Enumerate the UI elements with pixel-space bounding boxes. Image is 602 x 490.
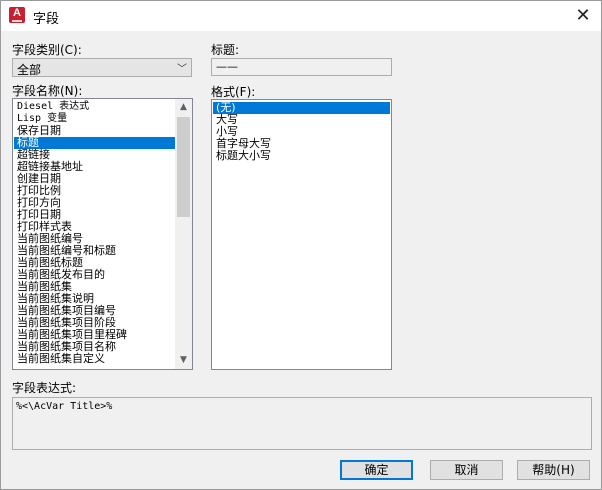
expression-value: %<\AcVar Title>% — [16, 401, 113, 412]
ok-button[interactable]: 确定 — [340, 460, 413, 480]
field-names-label: 字段名称(N): — [12, 84, 83, 98]
category-select[interactable]: 全部 ﹀ — [12, 58, 192, 77]
autocad-app-icon: A — [9, 7, 25, 23]
app-icon-letter: A — [13, 7, 21, 19]
cancel-button[interactable]: 取消 — [430, 460, 503, 480]
format-list[interactable]: (无) 大写 小写 首字母大写 标题大小写 — [211, 99, 392, 370]
expression-label: 字段表达式: — [12, 381, 77, 395]
field-names-scrollbar[interactable]: ▲ ▼ — [175, 99, 192, 369]
list-item[interactable]: 大写 — [213, 114, 390, 126]
title-field-value: —— — [216, 60, 238, 73]
list-item[interactable]: 当前图纸集自定义 — [14, 353, 175, 365]
list-item[interactable]: 标题大小写 — [213, 150, 390, 162]
title-field-label: 标题: — [211, 43, 240, 57]
field-names-list[interactable]: Diesel 表达式 Lisp 变量 保存日期 标题 超链接 超链接基地址 创建日期 打印比例… — [12, 98, 193, 370]
field-dialog: A 字段 ✕ 字段类别(C): 全部 ﹀ 字段名称(N): Diesel 表达式… — [0, 0, 602, 490]
list-item[interactable]: (无) — [213, 102, 390, 114]
format-label: 格式(F): — [211, 85, 256, 99]
category-value: 全部 — [17, 63, 42, 77]
expression-field[interactable]: %<\AcVar Title>% — [12, 397, 592, 450]
title-field-preview: —— — [211, 58, 392, 76]
chevron-down-icon[interactable]: ﹀ — [177, 60, 187, 75]
scroll-up-icon[interactable]: ▲ — [175, 99, 192, 116]
close-icon[interactable]: ✕ — [565, 1, 601, 31]
category-label: 字段类别(C): — [12, 43, 82, 57]
title-bar: A 字段 ✕ — [1, 1, 601, 31]
scroll-down-icon[interactable]: ▼ — [175, 352, 192, 369]
scroll-thumb[interactable] — [177, 117, 190, 217]
dialog-title: 字段 — [33, 12, 60, 27]
list-item[interactable]: Diesel 表达式 — [14, 101, 175, 113]
help-button[interactable]: 帮助(H) — [517, 460, 590, 480]
